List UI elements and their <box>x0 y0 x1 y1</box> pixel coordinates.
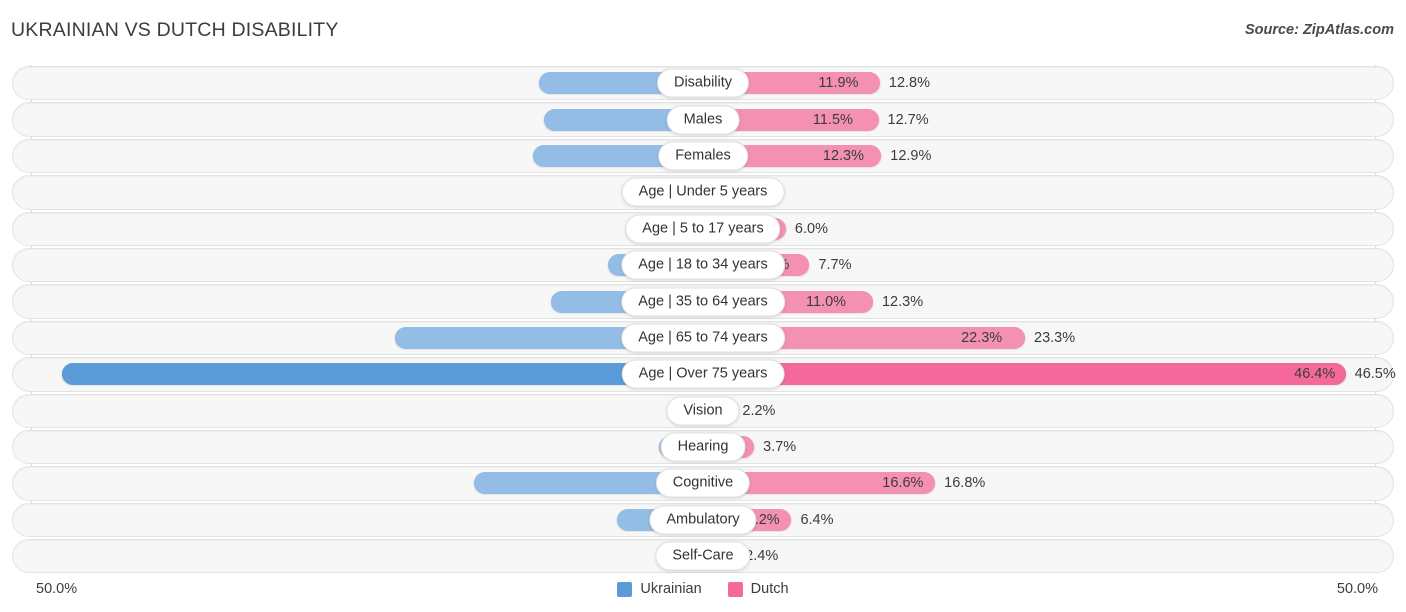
category-label: Vision <box>666 396 740 426</box>
bar-pair: 11.9% 12.8% Disability <box>0 65 1406 101</box>
table-row: 22.3% 23.3% Age | 65 to 74 years <box>0 320 1406 356</box>
chart-header: UKRAINIAN VS DUTCH DISABILITY Source: Zi… <box>0 0 1406 60</box>
category-label: Age | 5 to 17 years <box>625 214 781 244</box>
category-label: Self-Care <box>655 541 751 571</box>
value-label-dutch: 46.5% <box>1354 366 1396 383</box>
value-label-dutch: 12.9% <box>890 147 932 164</box>
source-attribution: Source: ZipAtlas.com <box>1244 22 1394 38</box>
bar-pair: 2.5%2.4%Self-Care <box>0 538 1406 574</box>
value-label-ukrainian: 16.6% <box>882 475 924 492</box>
bar-pair: 5.6%6.0%Age | 5 to 17 years <box>0 211 1406 247</box>
bar-pair: 11.5% 12.7% Males <box>0 101 1406 137</box>
category-label: Age | 18 to 34 years <box>621 250 785 280</box>
category-label: Ambulatory <box>649 505 757 535</box>
value-label-dutch: 6.0% <box>794 220 828 237</box>
bar-ukrainian <box>61 363 703 386</box>
table-row: 46.4% 46.5% Age | Over 75 years <box>0 356 1406 392</box>
table-row: 11.5% 12.7% Males <box>0 101 1406 137</box>
value-label-ukrainian: 22.3% <box>961 329 1003 346</box>
table-row: 2.1%2.2%Vision <box>0 393 1406 429</box>
bar-pair: 22.3% 23.3% Age | 65 to 74 years <box>0 320 1406 356</box>
bar-pair: 12.3% 12.9% Females <box>0 138 1406 174</box>
category-label: Age | Over 75 years <box>621 359 785 389</box>
legend-swatch-icon-ukrainian <box>617 581 633 597</box>
table-row: 3.2%3.7%Hearing <box>0 429 1406 465</box>
table-row: 16.6% 16.8% Cognitive <box>0 465 1406 501</box>
value-label-dutch: 23.3% <box>1034 329 1076 346</box>
value-label-dutch: 12.8% <box>888 75 931 92</box>
value-label-dutch: 3.7% <box>763 439 797 456</box>
bar-pair: 16.6% 16.8% Cognitive <box>0 465 1406 501</box>
chart-footer: 50.0% 50.0% Ukrainian Dutch <box>0 572 1406 612</box>
legend-item-dutch[interactable]: Dutch <box>727 581 789 597</box>
legend-label-ukrainian: Ukrainian <box>640 581 702 597</box>
table-row: 2.5%2.4%Self-Care <box>0 538 1406 574</box>
bar-pair: 11.0% 12.3% Age | 35 to 64 years <box>0 283 1406 319</box>
bar-dutch <box>703 363 1346 386</box>
table-row: 11.9% 12.8% Disability <box>0 65 1406 101</box>
value-label-dutch: 7.7% <box>818 257 852 274</box>
value-label-dutch: 12.7% <box>887 111 929 128</box>
category-label: Age | 35 to 64 years <box>621 287 785 317</box>
value-label-dutch: 12.3% <box>881 293 924 310</box>
table-row: 1.3%1.7%Age | Under 5 years <box>0 174 1406 210</box>
bar-pair: 2.1%2.2%Vision <box>0 393 1406 429</box>
category-label: Cognitive <box>655 468 751 498</box>
value-label-ukrainian: 11.0% <box>805 293 847 310</box>
legend-swatch-icon-dutch <box>727 581 743 597</box>
table-row: 11.0% 12.3% Age | 35 to 64 years <box>0 283 1406 319</box>
category-label: Age | Under 5 years <box>621 177 785 207</box>
value-label-dutch: 16.8% <box>944 475 986 492</box>
bar-pair: 3.2%3.7%Hearing <box>0 429 1406 465</box>
page-title: UKRAINIAN VS DUTCH DISABILITY <box>11 19 339 41</box>
category-label: Females <box>658 141 748 171</box>
category-label: Disability <box>656 68 750 98</box>
chart-area: 11.9% 12.8% Disability 11.5% 12.7% Males 12.3%… <box>0 60 1406 574</box>
bar-pair: 1.3%1.7%Age | Under 5 years <box>0 174 1406 210</box>
table-row: 12.3% 12.9% Females <box>0 138 1406 174</box>
bar-rows: 11.9% 12.8% Disability 11.5% 12.7% Males 12.3%… <box>0 65 1406 574</box>
table-row: 5.6%6.0%Age | 5 to 17 years <box>0 211 1406 247</box>
value-label-dutch: 6.4% <box>800 511 834 528</box>
bar-pair: 6.9%7.7%Age | 18 to 34 years <box>0 247 1406 283</box>
chart-page: UKRAINIAN VS DUTCH DISABILITY Source: Zi… <box>0 0 1406 612</box>
category-label: Age | 65 to 74 years <box>621 323 785 353</box>
value-label-ukrainian: 11.5% <box>812 111 853 128</box>
legend: Ukrainian Dutch <box>0 581 1406 597</box>
value-label-ukrainian: 46.4% <box>1294 366 1336 383</box>
value-label-dutch: 2.2% <box>742 402 776 419</box>
legend-item-ukrainian[interactable]: Ukrainian <box>617 581 702 597</box>
bar-pair: 46.4% 46.5% Age | Over 75 years <box>0 356 1406 392</box>
legend-label-dutch: Dutch <box>750 581 789 597</box>
bar-pair: 6.2% 6.4% Ambulatory <box>0 502 1406 538</box>
value-label-ukrainian: 12.3% <box>822 147 864 164</box>
table-row: 6.2% 6.4% Ambulatory <box>0 502 1406 538</box>
category-label: Hearing <box>660 432 746 462</box>
category-label: Males <box>666 105 740 135</box>
table-row: 6.9%7.7%Age | 18 to 34 years <box>0 247 1406 283</box>
value-label-ukrainian: 11.9% <box>818 75 859 92</box>
